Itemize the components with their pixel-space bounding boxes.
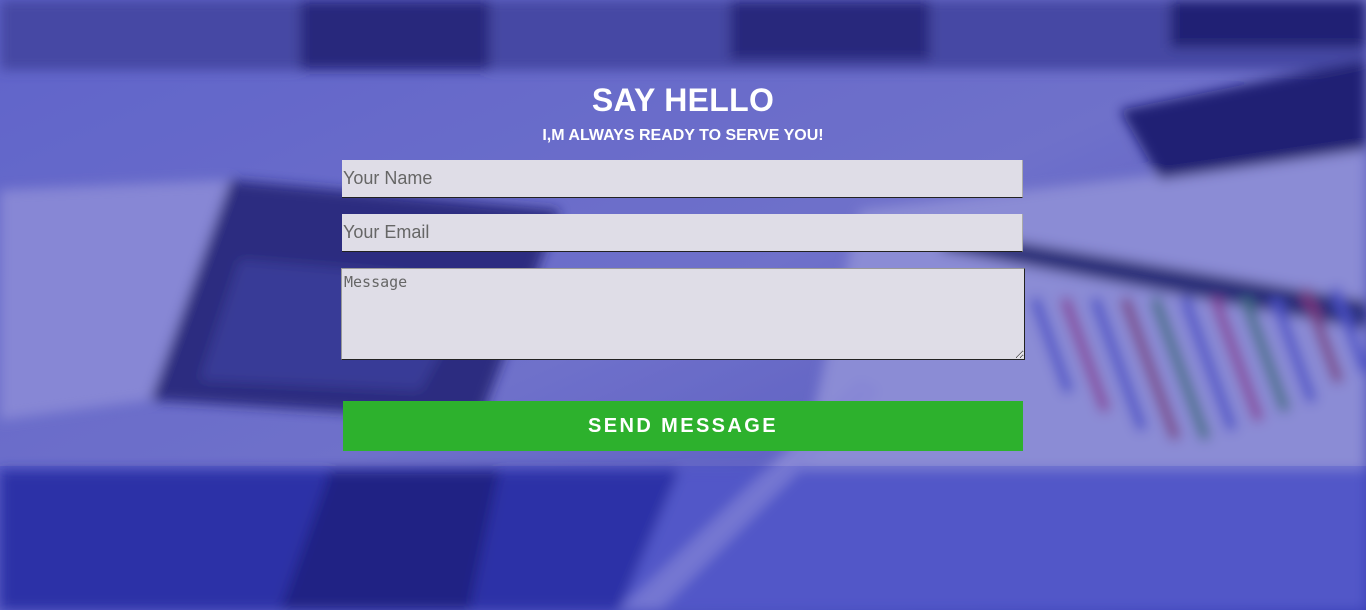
name-input[interactable] — [342, 160, 1023, 198]
footer-overlay — [0, 466, 1366, 610]
section-title: SAY HELLO — [591, 82, 775, 118]
send-message-button[interactable]: SEND MESSAGE — [343, 401, 1023, 451]
contact-section: SAY HELLO I,M ALWAYS READY TO SERVE YOU!… — [0, 0, 1366, 610]
email-input[interactable] — [342, 214, 1023, 252]
message-textarea[interactable] — [341, 268, 1025, 360]
section-subtitle: I,M ALWAYS READY TO SERVE YOU! — [542, 127, 824, 144]
